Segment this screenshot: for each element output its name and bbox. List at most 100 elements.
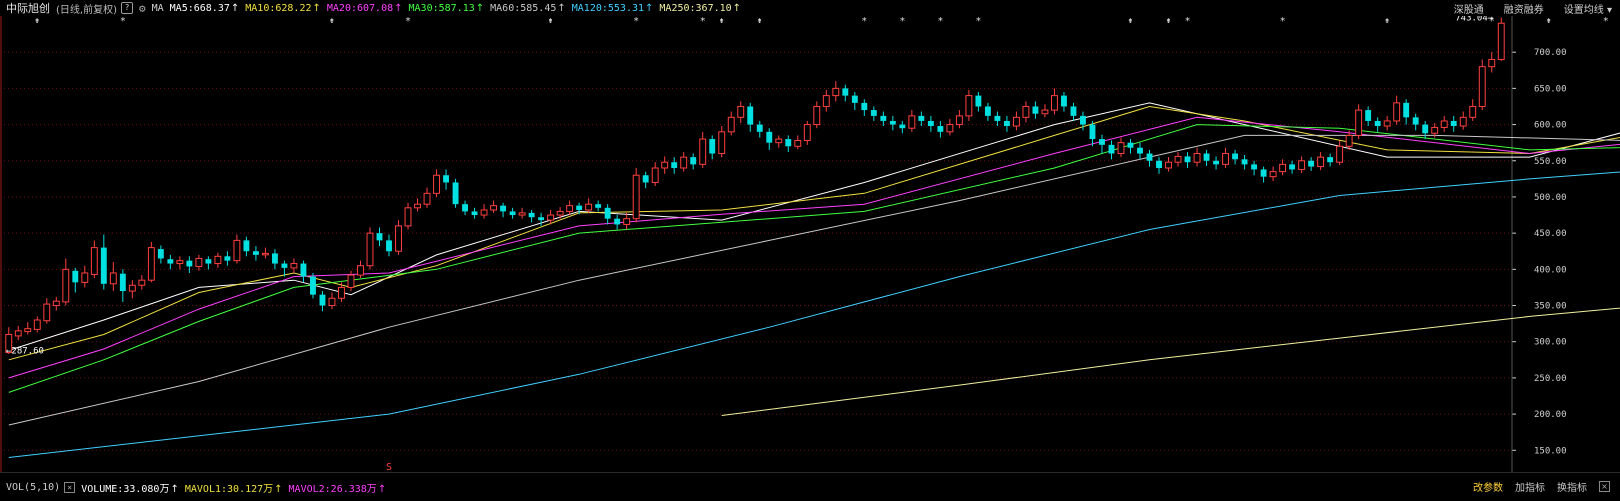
- event-marker-hash[interactable]: ⇟: [1546, 16, 1551, 26]
- candle-body[interactable]: [1080, 115, 1086, 125]
- candle-body[interactable]: [775, 138, 783, 144]
- candle-body[interactable]: [737, 105, 745, 118]
- help-icon[interactable]: ?: [120, 2, 133, 14]
- candle-body[interactable]: [518, 212, 526, 216]
- candle-body[interactable]: [870, 110, 877, 116]
- candle-body[interactable]: [1365, 110, 1372, 121]
- candle-body[interactable]: [1099, 139, 1105, 145]
- candle-body[interactable]: [1374, 120, 1381, 127]
- candle-body[interactable]: [1117, 142, 1125, 155]
- candle-body[interactable]: [1213, 160, 1220, 165]
- candle-body[interactable]: [261, 252, 269, 256]
- candle-body[interactable]: [233, 239, 241, 262]
- candle-body[interactable]: [861, 102, 868, 111]
- candle-body[interactable]: [661, 161, 669, 169]
- menu-shenguotong[interactable]: 深股通: [1454, 1, 1484, 16]
- event-marker-hash[interactable]: ⇟: [1128, 16, 1133, 26]
- candle-body[interactable]: [766, 131, 773, 143]
- event-marker-hash[interactable]: ⇟: [1166, 16, 1171, 26]
- candle-body[interactable]: [1232, 153, 1239, 160]
- candle-body[interactable]: [24, 328, 32, 333]
- event-marker-hash[interactable]: ⇟: [329, 16, 334, 26]
- event-marker-hash[interactable]: ⇟: [1384, 16, 1389, 26]
- candle-body[interactable]: [33, 319, 41, 330]
- event-marker-hash[interactable]: ⇟: [757, 16, 762, 26]
- candle-body[interactable]: [1308, 160, 1315, 167]
- candle-body[interactable]: [395, 225, 402, 252]
- candle-body[interactable]: [614, 218, 621, 225]
- event-marker-star[interactable]: *: [120, 16, 126, 27]
- event-marker-star[interactable]: *: [899, 16, 905, 27]
- price-chart[interactable]: 700.00 650.00 600.00 550.00 500.00 450.00 400.…: [0, 16, 1620, 472]
- candle-body[interactable]: [832, 87, 840, 97]
- candle-body[interactable]: [62, 268, 70, 303]
- candle-body[interactable]: [1403, 102, 1410, 118]
- candle-body[interactable]: [186, 260, 193, 267]
- candle-body[interactable]: [1355, 109, 1363, 136]
- candle-body[interactable]: [1051, 95, 1058, 111]
- candle-body[interactable]: [651, 167, 659, 183]
- candle-body[interactable]: [1032, 106, 1039, 114]
- candle-body[interactable]: [642, 175, 649, 183]
- signal-marker-s[interactable]: S: [386, 462, 392, 472]
- candle-body[interactable]: [167, 259, 174, 264]
- event-marker-star[interactable]: *: [861, 16, 867, 27]
- candle-body[interactable]: [90, 247, 98, 275]
- gear-icon[interactable]: ⚙: [139, 2, 146, 15]
- candle-body[interactable]: [756, 124, 763, 132]
- candle-body[interactable]: [576, 205, 583, 210]
- candle-body[interactable]: [556, 210, 564, 216]
- candle-body[interactable]: [1422, 124, 1429, 134]
- candle-body[interactable]: [195, 257, 203, 267]
- candle-body[interactable]: [157, 249, 164, 259]
- candle-body[interactable]: [1336, 145, 1344, 163]
- candle-body[interactable]: [480, 209, 488, 216]
- candle-body[interactable]: [1383, 120, 1391, 127]
- candle-body[interactable]: [271, 253, 278, 264]
- candle-body[interactable]: [81, 272, 89, 283]
- stock-name[interactable]: 中际旭创: [6, 0, 50, 16]
- close-icon[interactable]: ×: [64, 481, 76, 493]
- candle-body[interactable]: [937, 126, 944, 132]
- candle-body[interactable]: [547, 214, 555, 221]
- candle-body[interactable]: [1137, 147, 1143, 154]
- candle-body[interactable]: [205, 259, 212, 264]
- candle-body[interactable]: [803, 124, 811, 141]
- candle-body[interactable]: [1174, 155, 1182, 163]
- candle-body[interactable]: [1279, 163, 1287, 173]
- candle-body[interactable]: [632, 174, 640, 220]
- candle-body[interactable]: [880, 115, 887, 121]
- candle-body[interactable]: [328, 297, 336, 307]
- add-indicator-button[interactable]: 加指标: [1515, 479, 1545, 494]
- candle-body[interactable]: [1289, 164, 1296, 170]
- event-marker-star[interactable]: *: [1280, 16, 1286, 27]
- candle-body[interactable]: [785, 139, 792, 147]
- candle-body[interactable]: [718, 131, 726, 155]
- candle-body[interactable]: [955, 115, 963, 126]
- candle-body[interactable]: [404, 207, 412, 227]
- candle-body[interactable]: [1345, 134, 1353, 147]
- candle-body[interactable]: [984, 106, 991, 116]
- candle-body[interactable]: [14, 330, 22, 337]
- candle-body[interactable]: [1317, 156, 1325, 168]
- candle-body[interactable]: [300, 263, 307, 277]
- candle-body[interactable]: [1108, 144, 1115, 154]
- candle-body[interactable]: [423, 192, 431, 205]
- candle-body[interactable]: [1127, 142, 1134, 148]
- candle-body[interactable]: [851, 95, 858, 103]
- candle-body[interactable]: [1003, 120, 1010, 127]
- candle-body[interactable]: [822, 95, 830, 107]
- candle-body[interactable]: [690, 157, 697, 165]
- candle-body[interactable]: [623, 218, 631, 225]
- candle-body[interactable]: [347, 274, 355, 288]
- candle-body[interactable]: [1165, 161, 1172, 169]
- candle-body[interactable]: [538, 217, 545, 221]
- candle-body[interactable]: [747, 106, 754, 125]
- candle-body[interactable]: [243, 240, 250, 252]
- candle-body[interactable]: [918, 115, 925, 121]
- candle-body[interactable]: [224, 256, 231, 261]
- candle-body[interactable]: [699, 138, 707, 165]
- candle-body[interactable]: [366, 232, 374, 267]
- candle-body[interactable]: [889, 120, 896, 125]
- candle-body[interactable]: [357, 265, 364, 276]
